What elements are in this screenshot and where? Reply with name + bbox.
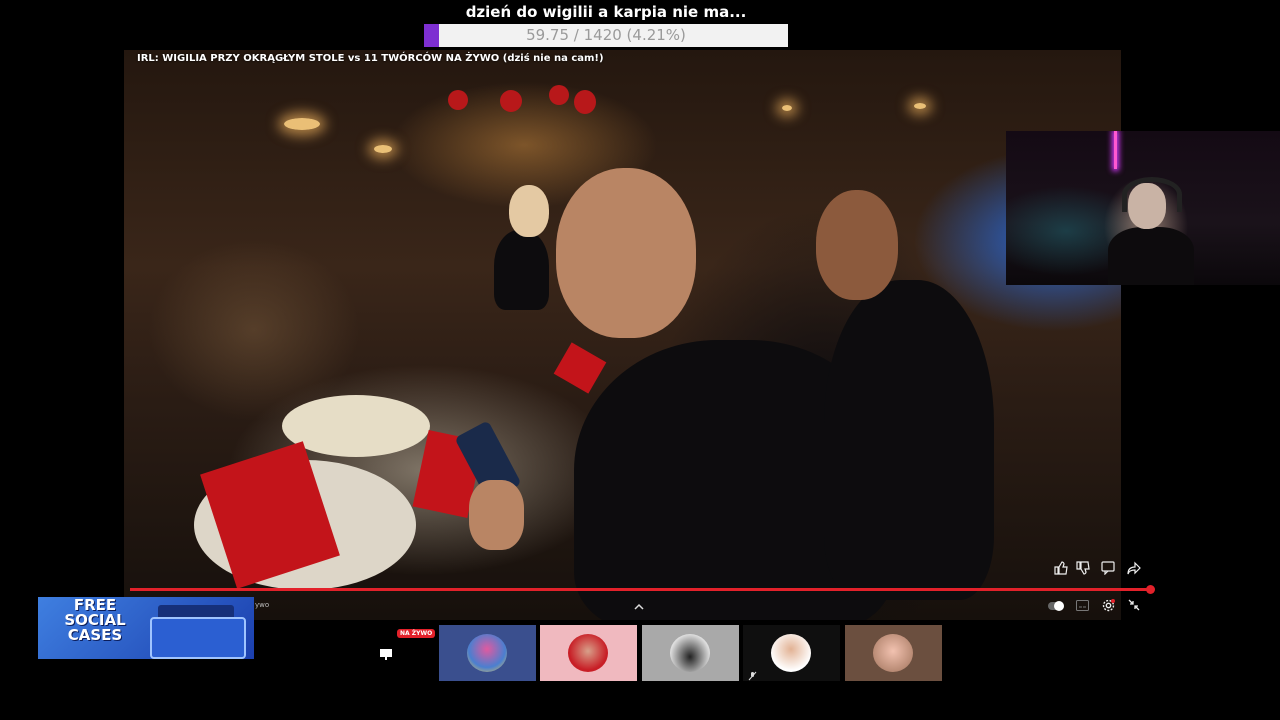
headset xyxy=(1122,177,1182,212)
collapse-icon[interactable] xyxy=(1127,599,1141,613)
captions-icon[interactable] xyxy=(1075,600,1089,612)
dock-item-creator-2[interactable] xyxy=(540,625,637,681)
dock-item-creator-4[interactable] xyxy=(743,625,840,681)
hand xyxy=(469,480,524,550)
chevron-up-icon[interactable] xyxy=(634,600,644,613)
sponsor-text: FREE SOCIAL CASES xyxy=(50,598,140,643)
dock-item-creator-3[interactable] xyxy=(642,625,739,681)
ceiling-lamp xyxy=(914,103,926,109)
webcam-overlay xyxy=(1006,131,1280,285)
thumb-up-icon[interactable] xyxy=(1053,561,1069,575)
goal-text: 59.75 / 1420 (4.21%) xyxy=(526,26,686,44)
ornament xyxy=(448,90,468,110)
autoplay-toggle[interactable] xyxy=(1048,601,1064,611)
ornament xyxy=(500,90,522,112)
guest-right-head xyxy=(816,190,898,300)
ornament xyxy=(549,85,569,105)
avatar xyxy=(568,634,608,672)
ceiling-lamp xyxy=(374,145,392,153)
goal-bar: 59.75 / 1420 (4.21%) xyxy=(424,24,788,47)
thumb-down-icon[interactable] xyxy=(1075,561,1091,575)
ceiling-lamp xyxy=(284,118,320,130)
napkin xyxy=(553,342,607,394)
avatar xyxy=(771,634,811,672)
dock-item-creator-5[interactable] xyxy=(845,625,942,681)
seated-guest xyxy=(494,230,549,310)
video-title: IRL: WIGILIA PRZY OKRĄGŁYM STOLE vs 11 T… xyxy=(137,53,604,64)
sponsor-sub: ywo xyxy=(255,601,270,609)
goal-title: dzień do wigilii a karpia nie ma... xyxy=(465,3,747,21)
video-progress-knob[interactable] xyxy=(1146,585,1155,594)
man-head xyxy=(556,168,696,338)
gear-icon[interactable] xyxy=(1101,599,1115,613)
guest-head xyxy=(509,185,549,237)
monitor-icon xyxy=(379,646,393,665)
sponsor-banner[interactable]: FREE SOCIAL CASES xyxy=(38,597,254,659)
avatar xyxy=(670,634,710,672)
video-progress-bar[interactable] xyxy=(130,588,1152,591)
sponsor-line-3: CASES xyxy=(67,626,123,644)
ceiling-lamp xyxy=(782,105,792,111)
video-player[interactable]: IRL: WIGILIA PRZY OKRĄGŁYM STOLE vs 11 T… xyxy=(124,50,1121,620)
ornament xyxy=(574,90,596,114)
guest-right-body xyxy=(824,280,994,600)
avatar xyxy=(873,634,913,672)
dock-item-creator-1[interactable] xyxy=(439,625,536,681)
live-badge: NA ŻYWO xyxy=(397,629,436,638)
share-icon[interactable] xyxy=(1126,561,1142,575)
comment-icon[interactable] xyxy=(1100,561,1116,576)
streamer-body xyxy=(1108,227,1194,285)
autoplay-toggle-icon xyxy=(1054,601,1064,611)
avatar xyxy=(467,634,507,672)
neon-light xyxy=(1114,131,1117,169)
muted-icon xyxy=(748,666,757,685)
case-icon xyxy=(150,617,246,659)
